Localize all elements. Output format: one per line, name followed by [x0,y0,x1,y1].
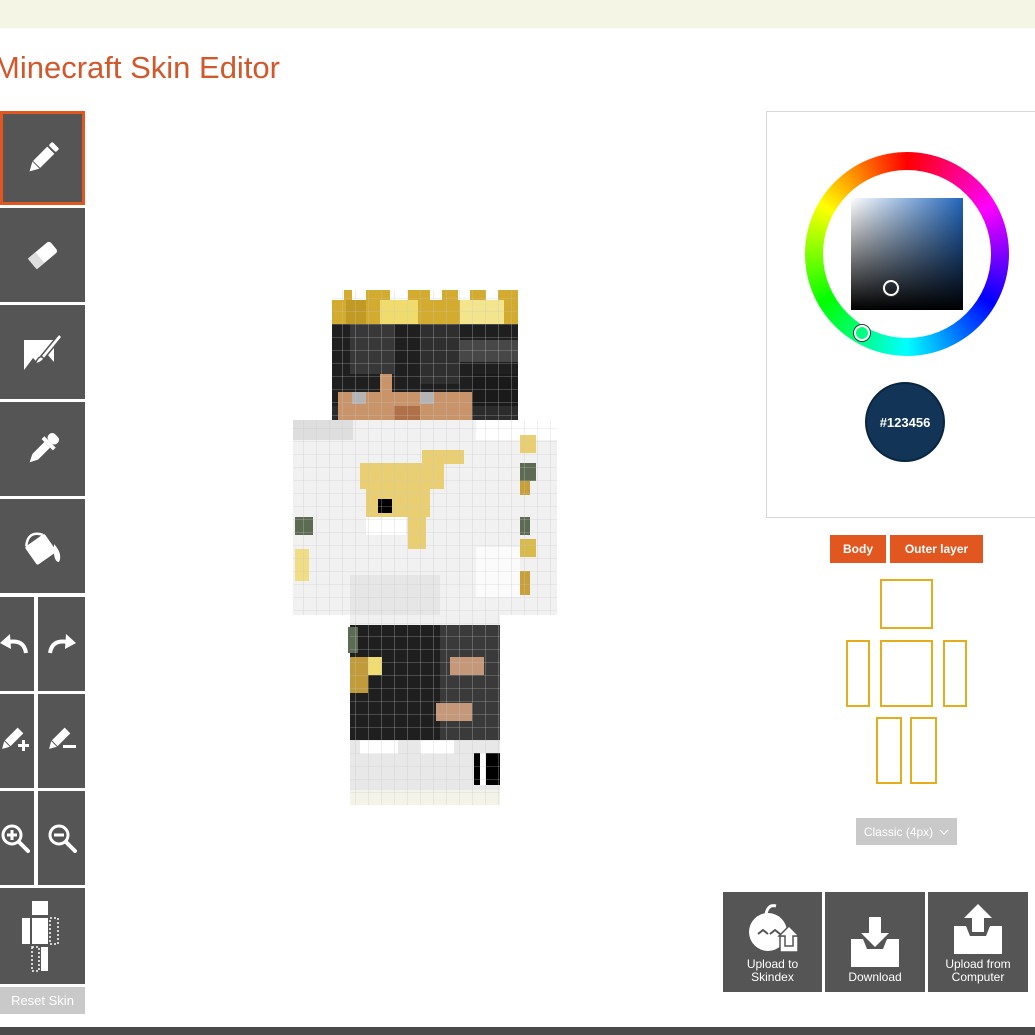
model-select-value: Classic (4px) [863,824,934,839]
upload-icon [954,904,1002,954]
part-body[interactable] [880,640,933,707]
redo-button[interactable] [38,597,85,691]
skin-legs [348,615,500,805]
upload-to-skindex-label: Upload to Skindex [746,957,799,984]
part-left-arm[interactable] [943,640,967,707]
upload-to-skindex-button[interactable]: Upload to Skindex [723,892,822,992]
skindex-upload-icon [748,904,800,953]
undo-icon [0,634,28,654]
upload-from-computer-button[interactable]: Upload from Computer [928,892,1028,992]
paint-bucket-icon [24,532,60,565]
zoom-out-button[interactable] [38,791,85,885]
bottom-strip [0,1027,1035,1035]
pencil-icon [29,142,59,172]
browser-top-strip [0,0,1035,28]
darken-icon [2,727,29,751]
paint-brush-icon [23,332,63,370]
eraser-icon [27,241,57,270]
skin-torso [293,420,557,615]
download-icon [851,917,899,967]
pencil-tool-button[interactable] [0,111,85,205]
undo-button[interactable] [0,597,34,691]
toggle-body-parts-button[interactable] [0,888,85,984]
zoom-in-icon [1,824,30,853]
lighten-icon [48,727,76,749]
saturation-value-square[interactable] [851,198,963,310]
darken-tool-button[interactable] [0,694,34,788]
download-button[interactable]: Download [825,892,925,992]
saturation-handle[interactable] [883,280,899,296]
hue-handle[interactable] [854,325,870,341]
page-title: Minecraft Skin Editor [0,50,280,85]
skin-preview[interactable] [290,285,560,810]
eraser-tool-button[interactable] [0,208,85,302]
part-right-leg[interactable] [876,717,902,784]
body-parts-icon [21,901,59,972]
skin-viewport[interactable] [290,285,560,810]
color-picker-panel: #123456 [766,111,1035,518]
redo-icon [47,634,76,654]
body-layer-button[interactable]: Body [830,535,886,563]
upload-from-computer-label: Upload from Computer [945,957,1011,984]
part-head[interactable] [880,579,933,629]
part-left-leg[interactable] [910,717,937,784]
zoom-out-icon [48,824,77,853]
outer-layer-button[interactable]: Outer layer [890,535,983,563]
chevron-down-icon [939,829,949,835]
bucket-tool-button[interactable] [0,499,85,593]
part-right-arm[interactable] [846,640,870,707]
lighten-tool-button[interactable] [38,694,85,788]
download-label: Download [848,970,902,984]
model-select[interactable]: Classic (4px) [856,818,957,845]
brush-tool-button[interactable] [0,305,85,399]
current-color-swatch[interactable]: #123456 [865,382,945,462]
reset-skin-button[interactable]: Reset Skin [0,987,85,1014]
eyedropper-icon [29,432,59,463]
skin-head [332,290,518,420]
zoom-in-button[interactable] [0,791,34,885]
current-color-hex: #123456 [879,414,931,430]
eyedropper-tool-button[interactable] [0,402,85,496]
